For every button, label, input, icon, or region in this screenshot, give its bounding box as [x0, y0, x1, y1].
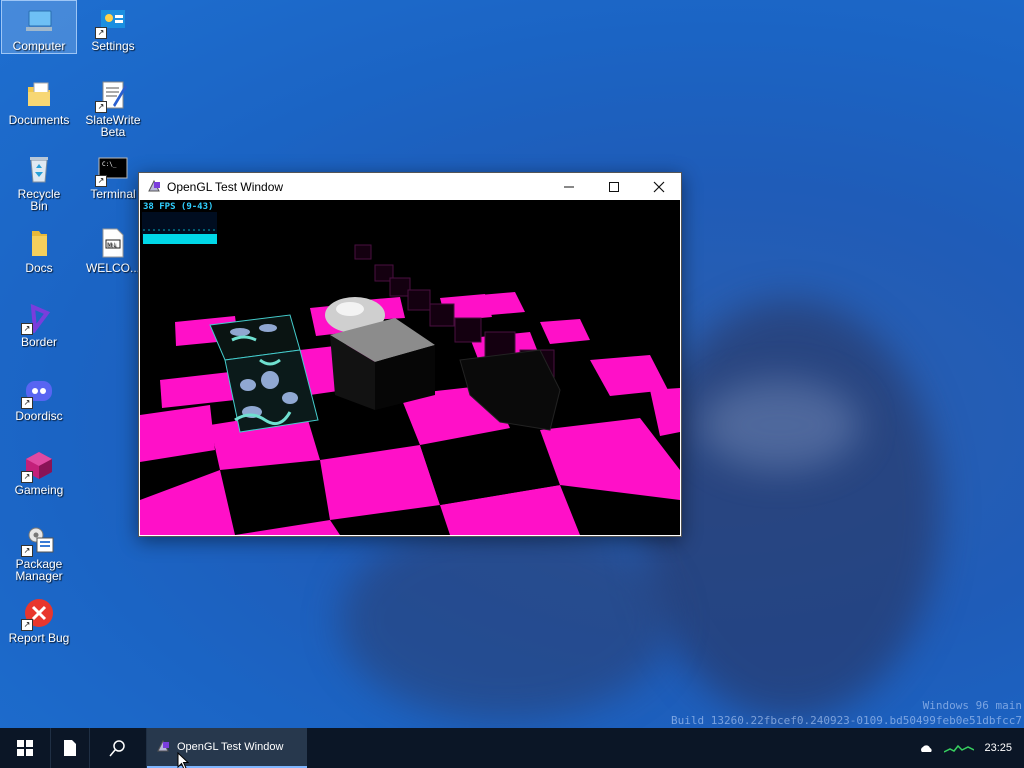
- gameing-icon: ↗: [21, 449, 55, 483]
- desktop-icon-label: Computer: [12, 39, 66, 53]
- desktop-icon-slatewrite[interactable]: ↗ SlateWrite Beta: [76, 75, 150, 138]
- desktop-icon-computer[interactable]: Computer: [1, 0, 77, 54]
- minimize-button[interactable]: [546, 173, 591, 200]
- taskbar: OpenGL Test Window 23:25: [0, 728, 1024, 768]
- close-button[interactable]: [636, 173, 681, 200]
- maximize-button[interactable]: [591, 173, 636, 200]
- start-button[interactable]: [0, 728, 51, 768]
- border-icon: ↗: [21, 301, 55, 335]
- wallpaper-blob: [640, 300, 940, 720]
- watermark-line1: Windows 96 main: [922, 699, 1022, 712]
- folder-icon: [23, 227, 55, 259]
- desktop-icon-label: Recycle Bin: [17, 187, 61, 213]
- taskbar-item-label: OpenGL Test Window: [177, 741, 284, 753]
- app-icon: [146, 179, 162, 195]
- mouse-cursor-icon: [177, 752, 189, 768]
- app-icon: [155, 739, 171, 755]
- opengl-window[interactable]: OpenGL Test Window 38 FPS (9-43): [138, 172, 682, 537]
- weather-icon[interactable]: [920, 743, 934, 753]
- svg-text:M↓: M↓: [107, 242, 117, 249]
- documents-button[interactable]: [51, 728, 90, 768]
- document-icon: [64, 740, 76, 756]
- slatewrite-icon: ↗: [95, 79, 129, 113]
- desktop-icon-docs[interactable]: Docs: [2, 223, 76, 274]
- desktop-icon-label: SlateWrite Beta: [85, 113, 141, 139]
- system-tray: 23:25: [920, 728, 1024, 768]
- search-icon: [109, 740, 125, 757]
- computer-icon: [23, 5, 55, 37]
- network-graph-icon[interactable]: [944, 742, 975, 754]
- desktop-icon-recycle-bin[interactable]: Recycle Bin: [2, 149, 76, 212]
- opengl-canvas[interactable]: 38 FPS (9-43): [140, 200, 680, 535]
- desktop-icon-report-bug[interactable]: ↗ Report Bug: [2, 593, 76, 644]
- wallpaper-blob: [340, 520, 670, 720]
- minimize-icon: [563, 186, 574, 187]
- search-button[interactable]: [90, 728, 147, 768]
- settings-icon: ↗: [95, 5, 129, 39]
- desktop-icon-settings[interactable]: ↗ Settings: [76, 1, 150, 52]
- close-icon: [653, 181, 664, 192]
- opengl-scene: [140, 200, 680, 535]
- desktop-icon-gameing[interactable]: ↗ Gameing: [2, 445, 76, 496]
- desktop-icon-label: Settings: [91, 39, 135, 53]
- desktop-icon-documents[interactable]: Documents: [2, 75, 76, 126]
- desktop-icon-label: Docs: [25, 261, 53, 275]
- desktop-icon-label: Documents: [8, 113, 70, 127]
- desktop-icon-label: WELCO...: [85, 261, 140, 275]
- maximize-icon: [608, 181, 619, 192]
- terminal-icon: C:\_ ↗: [95, 153, 129, 187]
- desktop-icon-label: Border: [20, 335, 58, 349]
- markdown-file-icon: M↓: [97, 227, 129, 259]
- window-titlebar[interactable]: OpenGL Test Window: [139, 173, 681, 200]
- desktop-icon-label: Report Bug: [8, 631, 70, 645]
- desktop-icon-doordisc[interactable]: ↗ Doordisc: [2, 371, 76, 422]
- svg-text:C:\_: C:\_: [102, 161, 117, 168]
- build-watermark: Windows 96 main Build 13260.22fbcef0.240…: [671, 698, 1022, 728]
- taskbar-item-opengl[interactable]: OpenGL Test Window: [147, 728, 307, 768]
- desktop-icon-label: Gameing: [14, 483, 64, 497]
- documents-icon: [23, 79, 55, 111]
- doordisc-icon: ↗: [21, 375, 55, 409]
- report-bug-icon: ↗: [21, 597, 55, 631]
- package-manager-icon: ↗: [21, 523, 55, 557]
- desktop-icon-label: Doordisc: [15, 409, 63, 423]
- fps-graph: [143, 234, 217, 244]
- watermark-line2: Build 13260.22fbcef0.240923-0109.bd50499…: [671, 714, 1022, 727]
- desktop-icon-label: Package Manager: [15, 557, 63, 583]
- clock[interactable]: 23:25: [984, 742, 1012, 754]
- recycle-bin-icon: [23, 153, 55, 185]
- wallpaper-blob: [700, 380, 860, 470]
- desktop-icon-label: Terminal: [90, 187, 136, 201]
- window-title: OpenGL Test Window: [167, 179, 284, 194]
- desktop-icon-package-manager[interactable]: ↗ Package Manager: [2, 519, 76, 582]
- fps-counter: 38 FPS (9-43): [143, 202, 214, 212]
- windows-logo-icon: [17, 740, 33, 756]
- desktop-icon-border[interactable]: ↗ Border: [2, 297, 76, 348]
